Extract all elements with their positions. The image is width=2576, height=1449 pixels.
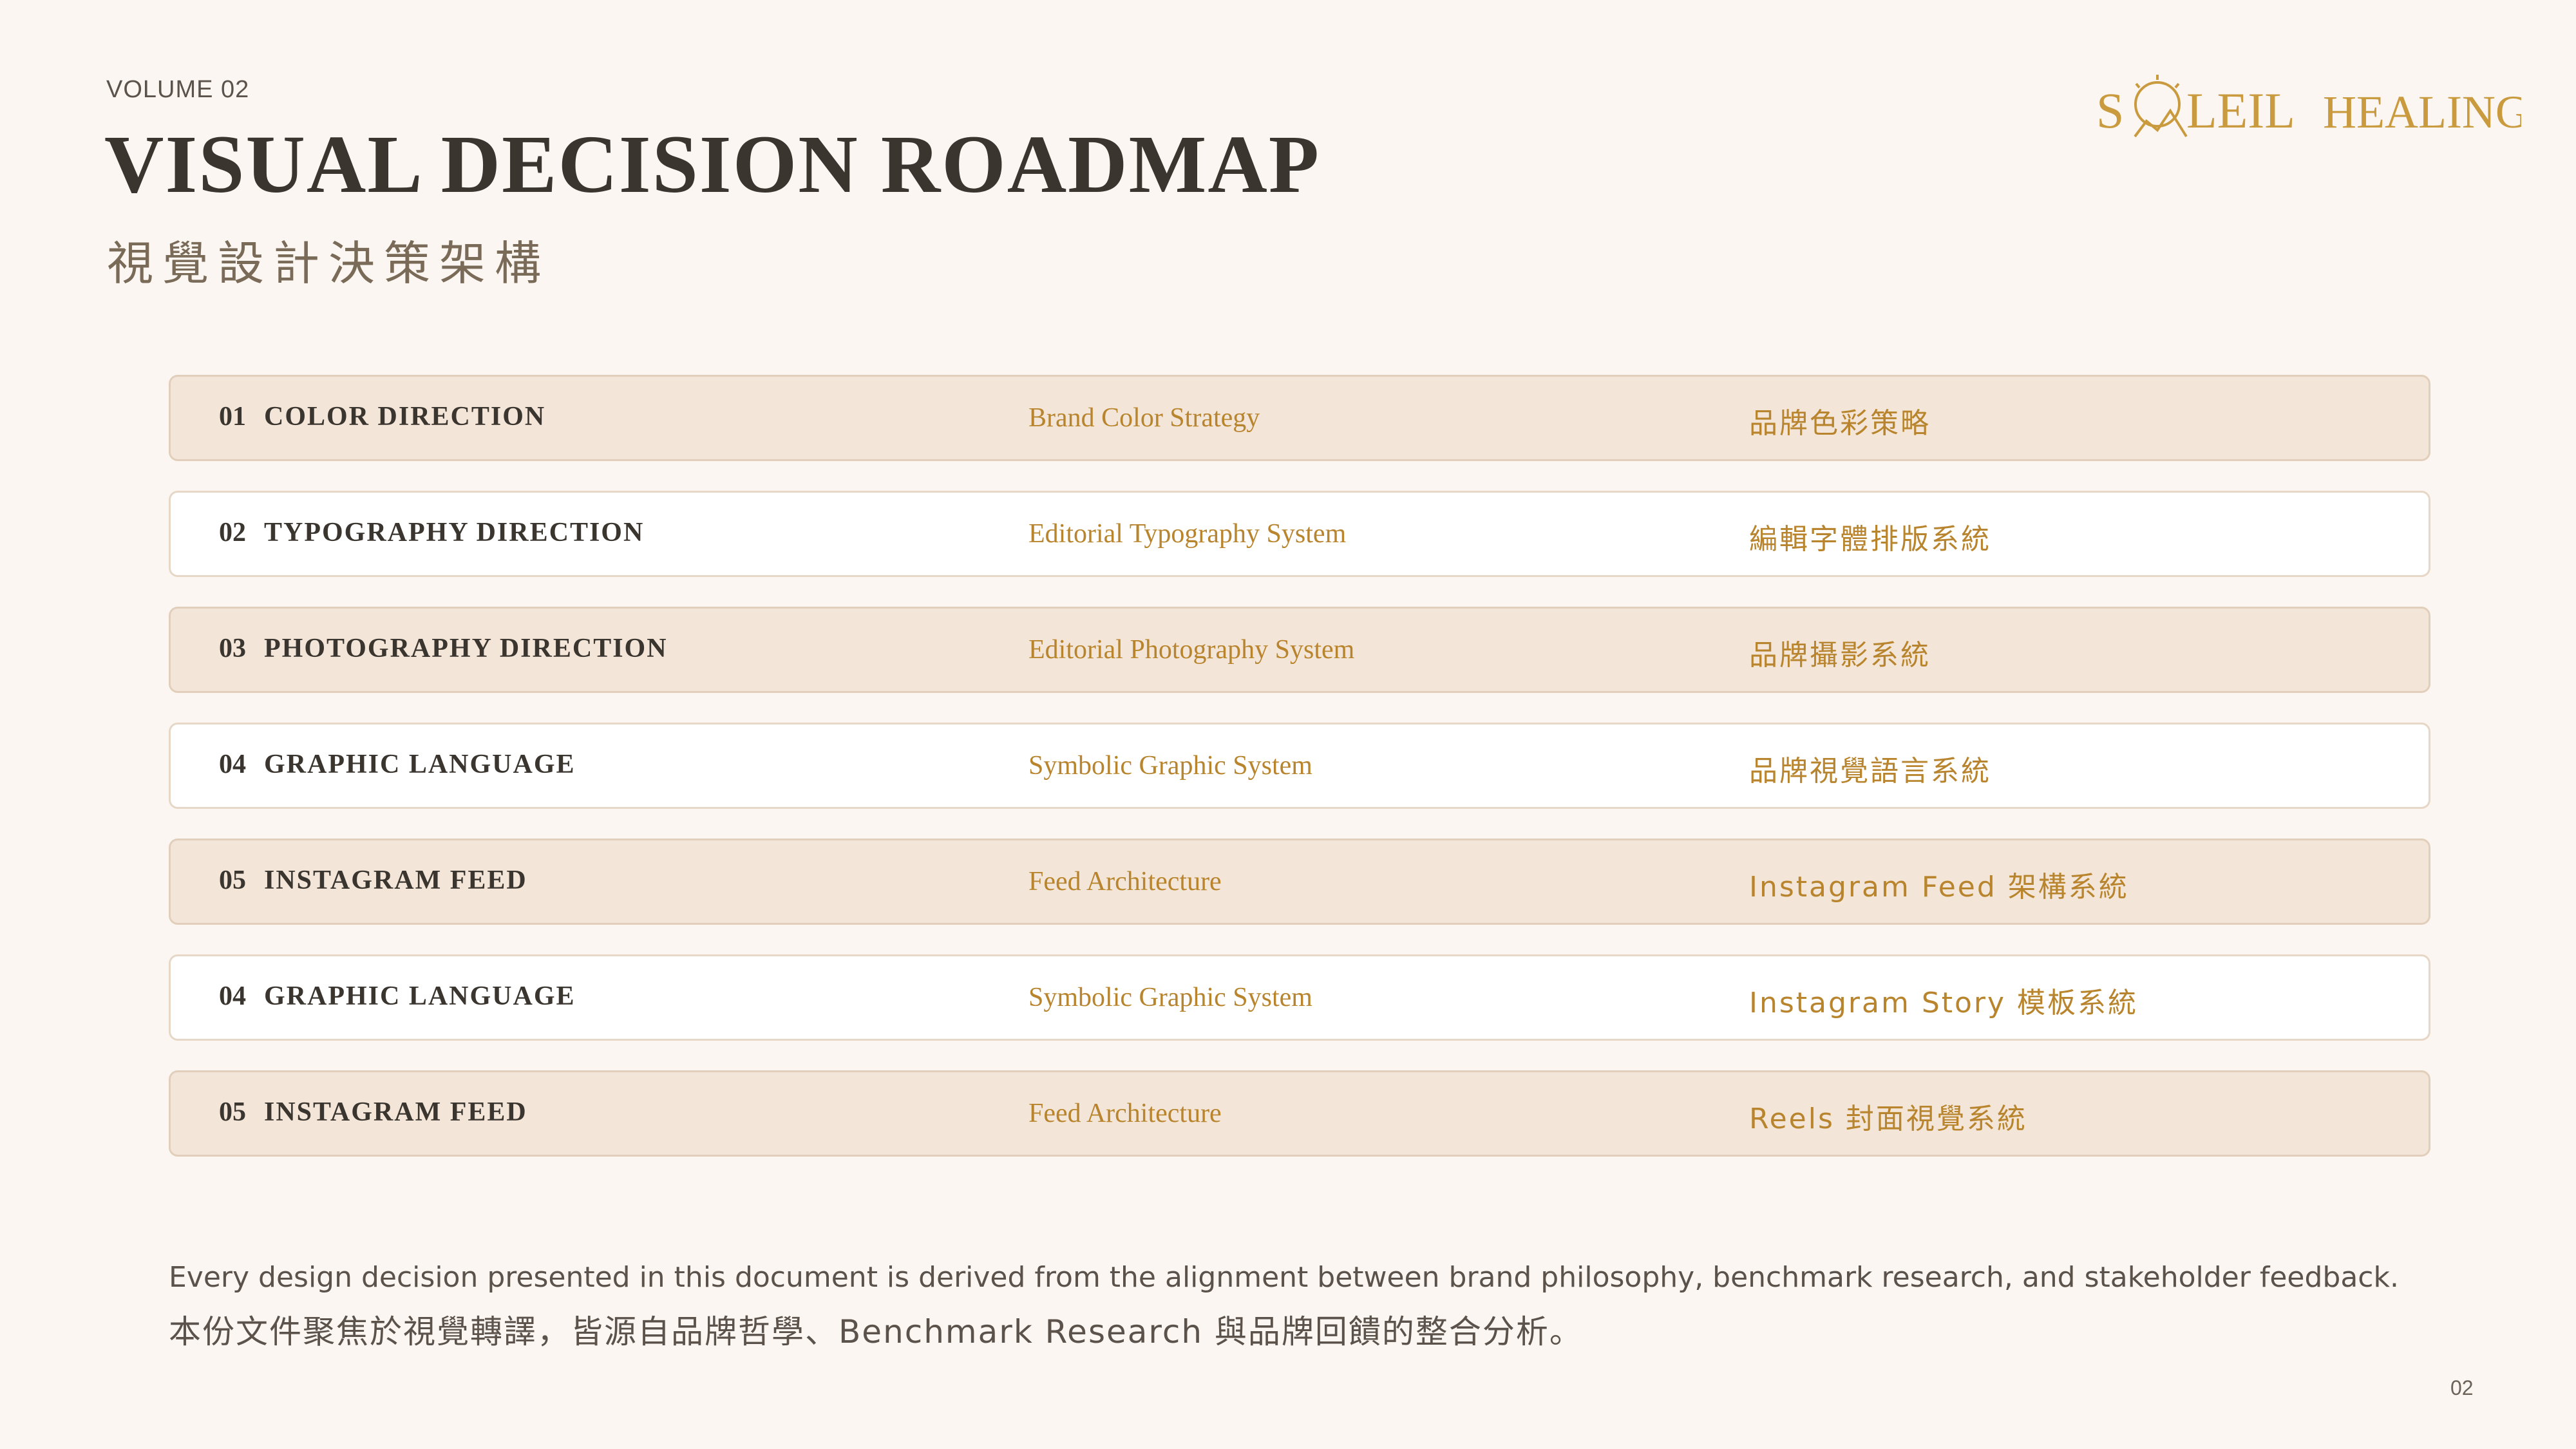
sun-mountain-icon [2134, 75, 2188, 138]
page-number: 02 [2450, 1376, 2474, 1399]
footer-note-english: Every design decision presented in this … [169, 1261, 2399, 1294]
row-number: 04 [219, 981, 246, 1011]
logo-text-leil: LEIL [2186, 82, 2295, 138]
roadmap-row: 02 TYPOGRAPHY DIRECTION Editorial Typogr… [169, 491, 2430, 577]
row-title: PHOTOGRAPHY DIRECTION [264, 634, 668, 663]
roadmap-row: 01 COLOR DIRECTION Brand Color Strategy … [169, 375, 2430, 461]
row-number: 05 [219, 866, 246, 895]
row-chinese: 編輯字體排版系統 [1749, 523, 1991, 556]
footer-note-chinese: 本份文件聚焦於視覺轉譯，皆源自品牌哲學、Benchmark Research 與… [169, 1313, 1583, 1350]
row-title: GRAPHIC LANGUAGE [264, 981, 576, 1011]
row-chinese: Reels 封面視覺系統 [1749, 1103, 2027, 1135]
roadmap-row: 04 GRAPHIC LANGUAGE Symbolic Graphic Sys… [169, 723, 2430, 809]
page-title: VISUAL DECISION ROADMAP [104, 118, 1320, 210]
row-title: COLOR DIRECTION [264, 402, 546, 431]
row-title: TYPOGRAPHY DIRECTION [264, 518, 645, 547]
volume-label: VOLUME 02 [106, 76, 250, 103]
row-number: 02 [219, 518, 246, 547]
row-english: Brand Color Strategy [1028, 403, 1260, 433]
row-english: Symbolic Graphic System [1028, 751, 1312, 781]
row-number: 04 [219, 750, 246, 779]
row-number: 03 [219, 634, 246, 663]
roadmap-row: 05 INSTAGRAM FEED Feed Architecture Inst… [169, 838, 2430, 925]
row-chinese: 品牌色彩策略 [1749, 407, 1931, 440]
row-number: 01 [219, 402, 246, 431]
row-chinese: 品牌攝影系統 [1749, 639, 1931, 672]
row-english: Editorial Typography System [1028, 519, 1347, 549]
row-english: Symbolic Graphic System [1028, 983, 1312, 1012]
row-chinese: 品牌視覺語言系統 [1749, 755, 1991, 788]
row-english: Feed Architecture [1028, 1099, 1222, 1128]
row-title: INSTAGRAM FEED [264, 866, 527, 895]
logo-text-s: S [2096, 82, 2124, 138]
roadmap-row: 03 PHOTOGRAPHY DIRECTION Editorial Photo… [169, 607, 2430, 693]
logo-text-healing: HEALING [2323, 86, 2521, 138]
row-title: INSTAGRAM FEED [264, 1097, 527, 1127]
brand-logo: S LEIL HEALING [2096, 75, 2521, 138]
row-english: Editorial Photography System [1028, 635, 1355, 665]
roadmap-row: 04 GRAPHIC LANGUAGE Symbolic Graphic Sys… [169, 954, 2430, 1041]
roadmap-list: 01 COLOR DIRECTION Brand Color Strategy … [169, 375, 2430, 1186]
row-title: GRAPHIC LANGUAGE [264, 750, 576, 779]
row-chinese: Instagram Feed 架構系統 [1749, 871, 2129, 904]
row-english: Feed Architecture [1028, 867, 1222, 896]
page-subtitle: 視覺設計決策架構 [107, 236, 551, 290]
roadmap-row: 05 INSTAGRAM FEED Feed Architecture Reel… [169, 1070, 2430, 1157]
row-number: 05 [219, 1097, 246, 1127]
row-chinese: Instagram Story 模板系統 [1749, 987, 2139, 1019]
